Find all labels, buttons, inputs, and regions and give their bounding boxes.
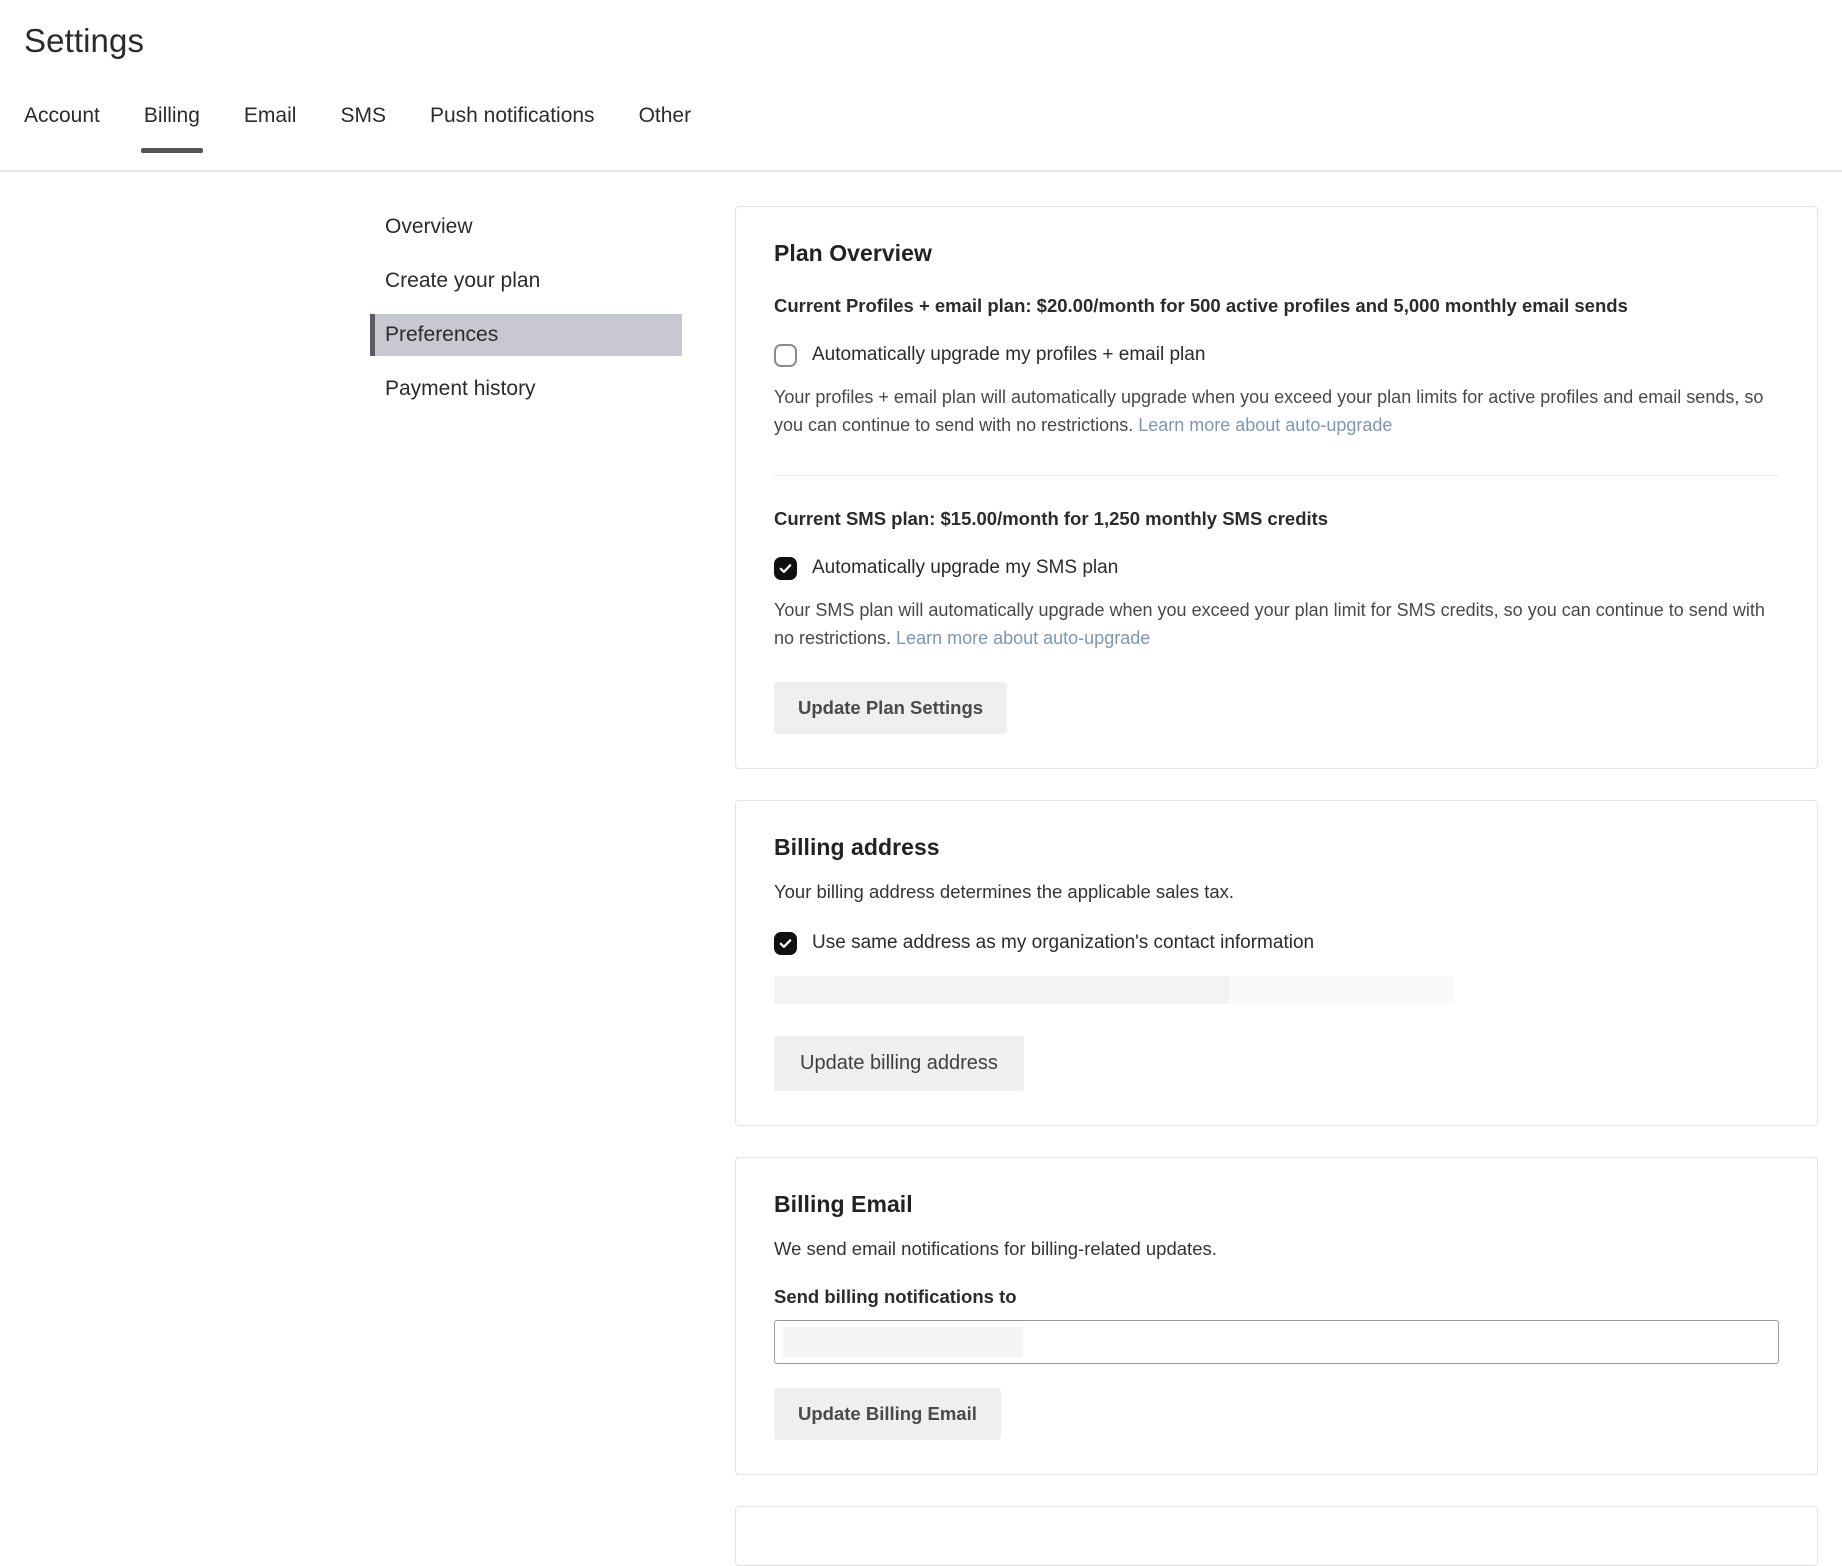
update-billing-address-button[interactable]: Update billing address bbox=[774, 1036, 1024, 1091]
cards-column: Plan Overview Current Profiles + email p… bbox=[735, 206, 1818, 1566]
redacted-bar-primary bbox=[774, 976, 1229, 1004]
settings-content: Overview Create your plan Preferences Pa… bbox=[0, 172, 1842, 1534]
billing-email-description: We send email notifications for billing-… bbox=[774, 1236, 1779, 1262]
auto-upgrade-sms-description: Your SMS plan will automatically upgrade… bbox=[774, 596, 1774, 652]
billing-email-input[interactable] bbox=[774, 1320, 1779, 1364]
next-card-partial bbox=[735, 1506, 1818, 1566]
learn-more-auto-upgrade-email-link[interactable]: Learn more about auto-upgrade bbox=[1138, 415, 1392, 435]
sidebar-item-label: Payment history bbox=[385, 377, 536, 401]
sidebar-item-payment-history[interactable]: Payment history bbox=[370, 368, 682, 410]
redacted-bar-secondary bbox=[1229, 976, 1454, 1004]
redacted-value-bar bbox=[783, 1327, 1023, 1357]
page-title: Settings bbox=[24, 22, 144, 60]
auto-upgrade-email-label: Automatically upgrade my profiles + emai… bbox=[812, 343, 1205, 367]
sidebar-item-create-your-plan[interactable]: Create your plan bbox=[370, 260, 682, 302]
auto-upgrade-sms-row[interactable]: Automatically upgrade my SMS plan bbox=[774, 556, 1779, 580]
settings-tabbar: Account Billing Email SMS Push notificat… bbox=[0, 103, 1842, 172]
billing-email-card: Billing Email We send email notification… bbox=[735, 1157, 1818, 1475]
sidebar-item-overview[interactable]: Overview bbox=[370, 206, 682, 248]
update-plan-settings-button[interactable]: Update Plan Settings bbox=[774, 682, 1007, 734]
send-billing-notifications-label: Send billing notifications to bbox=[774, 1286, 1779, 1308]
sidebar-item-preferences[interactable]: Preferences bbox=[370, 314, 682, 356]
plan-section-divider bbox=[774, 475, 1779, 476]
tab-push-notifications[interactable]: Push notifications bbox=[430, 103, 595, 151]
checkbox-checked-icon[interactable] bbox=[774, 932, 797, 955]
checkbox-unchecked-icon[interactable] bbox=[774, 344, 797, 367]
sidebar-item-label: Create your plan bbox=[385, 269, 540, 293]
checkbox-checked-icon[interactable] bbox=[774, 557, 797, 580]
billing-email-title: Billing Email bbox=[774, 1191, 1779, 1218]
auto-upgrade-sms-label: Automatically upgrade my SMS plan bbox=[812, 556, 1118, 580]
billing-address-card: Billing address Your billing address det… bbox=[735, 800, 1818, 1126]
sidebar-item-label: Preferences bbox=[385, 323, 498, 347]
tab-email[interactable]: Email bbox=[244, 103, 297, 151]
learn-more-auto-upgrade-sms-link[interactable]: Learn more about auto-upgrade bbox=[896, 628, 1150, 648]
tab-other[interactable]: Other bbox=[639, 103, 692, 151]
current-email-plan-text: Current Profiles + email plan: $20.00/mo… bbox=[774, 293, 1779, 319]
plan-overview-card: Plan Overview Current Profiles + email p… bbox=[735, 206, 1818, 769]
auto-upgrade-email-row[interactable]: Automatically upgrade my profiles + emai… bbox=[774, 343, 1779, 367]
billing-subnav: Overview Create your plan Preferences Pa… bbox=[370, 206, 682, 422]
billing-address-description: Your billing address determines the appl… bbox=[774, 879, 1779, 905]
plan-overview-title: Plan Overview bbox=[774, 240, 1779, 267]
billing-address-redacted-placeholder bbox=[774, 976, 1454, 1004]
sidebar-item-label: Overview bbox=[385, 215, 473, 239]
use-same-address-label: Use same address as my organization's co… bbox=[812, 931, 1314, 955]
tab-account[interactable]: Account bbox=[24, 103, 100, 151]
update-billing-email-button[interactable]: Update Billing Email bbox=[774, 1388, 1001, 1440]
tab-billing[interactable]: Billing bbox=[144, 103, 200, 151]
billing-address-title: Billing address bbox=[774, 834, 1779, 861]
tab-sms[interactable]: SMS bbox=[340, 103, 386, 151]
current-sms-plan-text: Current SMS plan: $15.00/month for 1,250… bbox=[774, 506, 1779, 532]
auto-upgrade-email-description: Your profiles + email plan will automati… bbox=[774, 383, 1774, 439]
use-same-address-row[interactable]: Use same address as my organization's co… bbox=[774, 931, 1779, 955]
